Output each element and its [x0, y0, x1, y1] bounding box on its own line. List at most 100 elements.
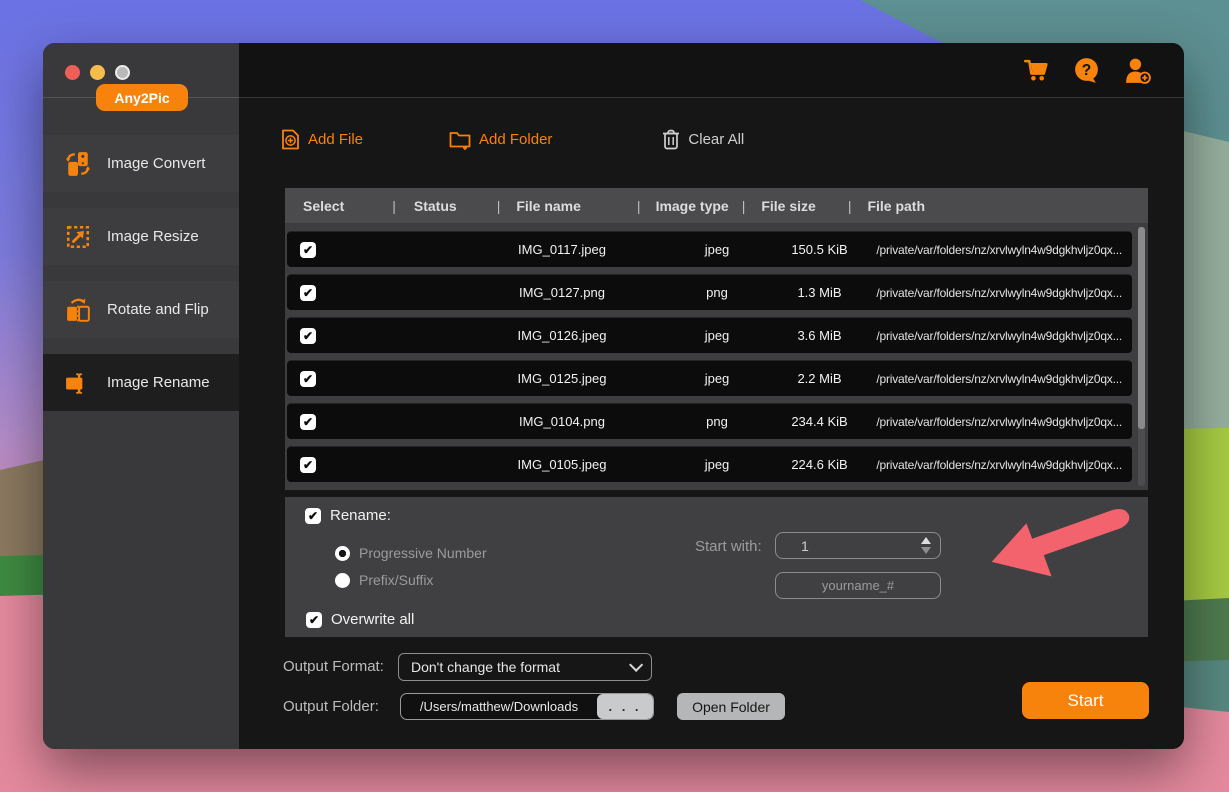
table-row[interactable]: IMG_0117.jpeg jpeg 150.5 KiB /private/va…	[287, 231, 1132, 267]
table-row[interactable]: IMG_0127.png png 1.3 MiB /private/var/fo…	[287, 274, 1132, 310]
sidebar-item-label: Rotate and Flip	[107, 301, 209, 318]
header-file-name: File name	[516, 198, 581, 214]
row-image-type: png	[672, 404, 762, 439]
row-image-type: jpeg	[672, 232, 762, 267]
image-convert-icon	[65, 151, 91, 177]
traffic-lights	[65, 65, 130, 80]
sidebar-item-image-convert[interactable]: Image Convert	[43, 135, 239, 192]
sidebar-item-label: Image Rename	[107, 374, 210, 391]
add-file-icon	[281, 129, 300, 150]
row-file-size: 224.6 KiB	[762, 447, 877, 482]
rename-pattern-input[interactable]: yourname_#	[775, 572, 941, 599]
add-file-label: Add File	[308, 131, 363, 148]
row-file-name: IMG_0104.png	[457, 404, 667, 439]
output-folder-field[interactable]: /Users/matthew/Downloads . . .	[400, 693, 654, 720]
row-select-checkbox[interactable]	[300, 414, 316, 430]
progressive-number-radio[interactable]	[335, 546, 350, 561]
help-icon[interactable]: ?	[1072, 56, 1101, 85]
minimize-window-button[interactable]	[90, 65, 105, 80]
sidebar-item-image-rename[interactable]: Image Rename	[43, 354, 239, 411]
table-body: IMG_0117.jpeg jpeg 150.5 KiB /private/va…	[285, 223, 1148, 490]
header-file-path: File path	[867, 198, 925, 214]
clear-all-button[interactable]: Clear All	[662, 129, 744, 150]
zoom-window-button[interactable]	[115, 65, 130, 80]
image-rename-icon	[65, 370, 91, 396]
row-file-name: IMG_0127.png	[457, 275, 667, 310]
cart-icon[interactable]	[1021, 56, 1050, 85]
sidebar-item-label: Image Resize	[107, 228, 199, 245]
sidebar-item-label: Image Convert	[107, 155, 205, 172]
row-file-size: 1.3 MiB	[762, 275, 877, 310]
svg-text:?: ?	[1082, 62, 1091, 79]
table-scrollbar[interactable]	[1138, 227, 1145, 486]
stepper-arrows[interactable]	[921, 537, 931, 554]
output-format-value: Don't change the format	[411, 659, 560, 675]
add-account-icon[interactable]	[1123, 56, 1152, 85]
sidebar-item-image-resize[interactable]: Image Resize	[43, 208, 239, 265]
app-window: Image Convert Image Resize	[43, 43, 1184, 749]
open-folder-button[interactable]: Open Folder	[677, 693, 785, 720]
row-file-name: IMG_0126.jpeg	[457, 318, 667, 353]
overwrite-all-label: Overwrite all	[331, 611, 414, 628]
header-select: Select	[303, 198, 344, 214]
stepper-up-icon[interactable]	[921, 537, 931, 544]
table-row[interactable]: IMG_0104.png png 234.4 KiB /private/var/…	[287, 403, 1132, 439]
table-header: Select | Status | File name | Image type…	[285, 188, 1148, 223]
add-folder-label: Add Folder	[479, 131, 552, 148]
start-with-label: Start with:	[695, 538, 762, 555]
row-select-checkbox[interactable]	[300, 371, 316, 387]
row-file-path: /private/var/folders/nz/xrvlwyln4w9dgkhv…	[897, 232, 1122, 267]
progressive-number-label: Progressive Number	[359, 545, 487, 561]
output-folder-label: Output Folder:	[283, 698, 379, 715]
header-status: Status	[414, 198, 457, 214]
table-row[interactable]: IMG_0126.jpeg jpeg 3.6 MiB /private/var/…	[287, 317, 1132, 353]
table-row[interactable]: IMG_0105.jpeg jpeg 224.6 KiB /private/va…	[287, 446, 1132, 482]
row-file-path: /private/var/folders/nz/xrvlwyln4w9dgkhv…	[897, 447, 1122, 482]
chevron-down-icon	[629, 658, 643, 672]
app-logo-badge: Any2Pic	[96, 84, 188, 111]
output-folder-value: /Users/matthew/Downloads	[401, 694, 597, 719]
sidebar: Image Convert Image Resize	[43, 43, 239, 749]
row-select-checkbox[interactable]	[300, 285, 316, 301]
start-with-stepper[interactable]: 1	[775, 532, 941, 559]
rename-checkbox[interactable]	[305, 508, 321, 524]
row-file-size: 234.4 KiB	[762, 404, 877, 439]
overwrite-all-checkbox[interactable]	[306, 612, 322, 628]
sidebar-item-rotate-and-flip[interactable]: Rotate and Flip	[43, 281, 239, 338]
file-table: Select | Status | File name | Image type…	[285, 188, 1148, 490]
row-file-path: /private/var/folders/nz/xrvlwyln4w9dgkhv…	[897, 404, 1122, 439]
table-row[interactable]: IMG_0125.jpeg jpeg 2.2 MiB /private/var/…	[287, 360, 1132, 396]
row-image-type: jpeg	[672, 318, 762, 353]
header-file-size: File size	[761, 198, 815, 214]
row-image-type: jpeg	[672, 447, 762, 482]
add-file-button[interactable]: Add File	[281, 129, 363, 150]
browse-folder-button[interactable]: . . .	[597, 694, 653, 719]
close-window-button[interactable]	[65, 65, 80, 80]
row-image-type: png	[672, 275, 762, 310]
row-select-checkbox[interactable]	[300, 242, 316, 258]
trash-icon	[662, 129, 680, 150]
rename-panel: Rename: Progressive Number Prefix/Suffix…	[285, 497, 1148, 637]
table-scrollbar-thumb[interactable]	[1138, 227, 1145, 429]
output-format-select[interactable]: Don't change the format	[398, 653, 652, 681]
image-resize-icon	[65, 224, 91, 250]
add-folder-button[interactable]: Add Folder	[449, 130, 552, 150]
main-content: Add File Add Folder	[239, 97, 1184, 749]
row-file-size: 150.5 KiB	[762, 232, 877, 267]
row-file-name: IMG_0117.jpeg	[457, 232, 667, 267]
row-select-checkbox[interactable]	[300, 457, 316, 473]
row-file-size: 2.2 MiB	[762, 361, 877, 396]
output-format-label: Output Format:	[283, 658, 384, 675]
row-file-name: IMG_0125.jpeg	[457, 361, 667, 396]
stepper-down-icon[interactable]	[921, 547, 931, 554]
rotate-flip-icon	[65, 297, 91, 323]
prefix-suffix-label: Prefix/Suffix	[359, 572, 433, 588]
row-select-checkbox[interactable]	[300, 328, 316, 344]
start-button[interactable]: Start	[1022, 682, 1149, 719]
toolbar: Add File Add Folder	[281, 129, 744, 150]
row-image-type: jpeg	[672, 361, 762, 396]
prefix-suffix-radio[interactable]	[335, 573, 350, 588]
start-with-value: 1	[801, 538, 921, 554]
row-file-path: /private/var/folders/nz/xrvlwyln4w9dgkhv…	[897, 318, 1122, 353]
rename-label: Rename:	[330, 507, 391, 524]
